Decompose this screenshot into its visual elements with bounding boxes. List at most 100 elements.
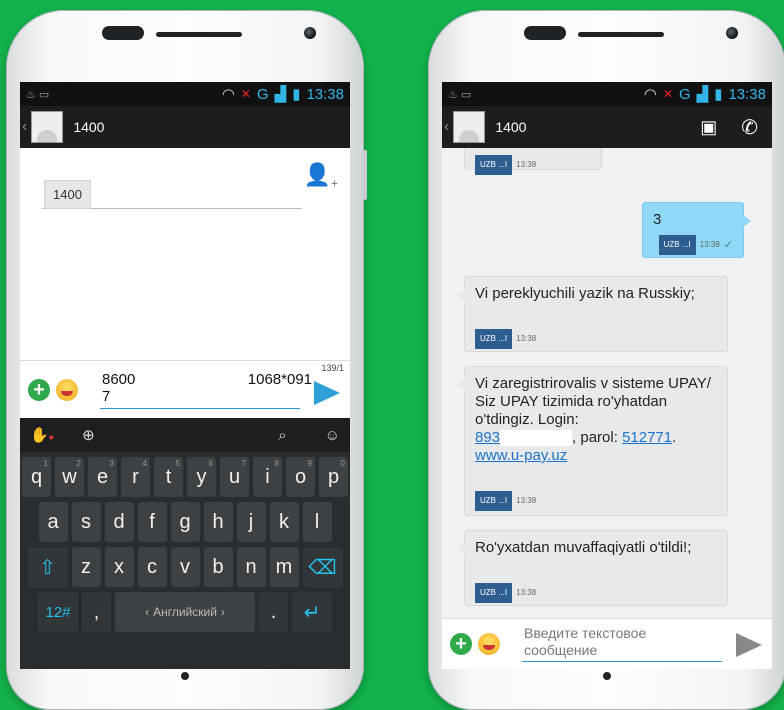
- message-input[interactable]: Введите текстовое сообщение: [524, 625, 646, 659]
- emoji-keyboard-icon[interactable]: ☺: [325, 427, 340, 444]
- status-bar: ♨ ▭ ◠ ✕ G ▟ ▮ 13:38: [20, 82, 350, 106]
- key-row-3: ⇧ z x c v b n m ⌫: [20, 547, 350, 587]
- operator-tag: UZB ...I: [475, 155, 513, 175]
- enter-key[interactable]: ↵: [292, 592, 332, 632]
- avatar[interactable]: [453, 111, 486, 143]
- period-key[interactable]: .: [259, 592, 288, 632]
- key-r[interactable]: r4: [121, 457, 150, 497]
- bubble-tail: [457, 543, 465, 555]
- power-button: [363, 150, 367, 200]
- key-q[interactable]: q1: [22, 457, 51, 497]
- key-x[interactable]: x: [104, 547, 134, 587]
- key-z[interactable]: z: [71, 547, 101, 587]
- message-bubble[interactable]: UZB ...I 13:38: [464, 148, 602, 175]
- operator-tag: UZB ...I: [658, 235, 696, 255]
- phone-icon[interactable]: ✆: [741, 115, 758, 140]
- key-o[interactable]: o9: [286, 457, 315, 497]
- notification-icons: ♨ ▭: [448, 88, 472, 101]
- shift-key[interactable]: ⇧: [27, 547, 68, 587]
- left-screen: ♨ ▭ ◠ ✕ G ▟ ▮ 13:38 ‹ 1400 1400 👤+ + 860…: [20, 82, 350, 669]
- key-alt-label: 6: [208, 459, 213, 468]
- key-f[interactable]: f: [137, 502, 167, 542]
- message-bubble[interactable]: Vi zaregistrirovalis v sisteme UPAY/ Siz…: [457, 366, 728, 516]
- avatar[interactable]: [31, 111, 64, 143]
- add-contact-icon[interactable]: 👤+: [304, 162, 338, 190]
- compose-bar: + 8600 1068*091 7 139/1: [20, 360, 350, 419]
- battery-icon: ▮: [714, 86, 723, 103]
- compose-bar: + Введите текстовое сообщение: [442, 618, 772, 669]
- recipient-field[interactable]: 1400: [42, 172, 302, 209]
- key-t[interactable]: t5: [154, 457, 183, 497]
- key-y[interactable]: y6: [187, 457, 216, 497]
- message-meta: UZB ...I 13:38: [475, 155, 591, 175]
- gesture-icon[interactable]: ✋●: [30, 426, 54, 444]
- message-meta: UZB ...I 13:38: [475, 329, 717, 349]
- key-j[interactable]: j: [236, 502, 266, 542]
- earpiece: [524, 26, 566, 40]
- globe-icon[interactable]: ⊕: [82, 426, 95, 444]
- emoji-icon[interactable]: [56, 379, 78, 401]
- emoji-icon[interactable]: [478, 633, 500, 655]
- key-b[interactable]: b: [203, 547, 233, 587]
- key-g[interactable]: g: [170, 502, 200, 542]
- message-text-c: .: [672, 429, 677, 446]
- comma-key[interactable]: ,: [82, 592, 111, 632]
- key-v[interactable]: v: [170, 547, 200, 587]
- attach-icon[interactable]: +: [450, 633, 472, 655]
- network-type: G: [256, 85, 269, 103]
- key-e[interactable]: e3: [88, 457, 117, 497]
- key-alt-label: 4: [142, 459, 147, 468]
- password-link[interactable]: 512771: [622, 429, 672, 446]
- message-bubble[interactable]: Vi pereklyuchili yazik na Russkiy; UZB .…: [457, 276, 728, 352]
- home-button[interactable]: [603, 672, 611, 680]
- key-alt-label: 8: [274, 459, 279, 468]
- battery-icon: ▮: [292, 86, 301, 103]
- key-w[interactable]: w2: [55, 457, 84, 497]
- sent-message-bubble[interactable]: 3 UZB ...I 13:38 ✓: [642, 202, 751, 258]
- keyboard: ✋● ⊕ ⌕ ☺ q1w2e3r4t5y6u7i8o9p0 asdfghjkl …: [20, 418, 350, 669]
- key-alt-label: 5: [175, 459, 180, 468]
- send-icon[interactable]: [314, 381, 340, 405]
- message-input[interactable]: 8600 1068*091 7: [102, 371, 312, 405]
- message-time: 13:38: [516, 588, 537, 597]
- network-type: G: [678, 85, 691, 103]
- back-icon[interactable]: ‹: [444, 118, 449, 136]
- key-m[interactable]: m: [269, 547, 299, 587]
- attach-icon[interactable]: +: [28, 379, 50, 401]
- conversation: UZB ...I 13:38 3 UZB ...I 13:38 ✓ Vi perekl…: [442, 148, 772, 618]
- key-d[interactable]: d: [104, 502, 134, 542]
- key-k[interactable]: k: [269, 502, 299, 542]
- website-link[interactable]: www.u-pay.uz: [475, 447, 567, 464]
- key-u[interactable]: u7: [220, 457, 249, 497]
- back-icon[interactable]: ‹: [22, 118, 27, 136]
- compose-text-a: 8600: [102, 371, 136, 388]
- key-c[interactable]: c: [137, 547, 167, 587]
- key-row-2: asdfghjkl: [20, 502, 350, 542]
- key-s[interactable]: s: [71, 502, 101, 542]
- operator-tag: UZB ...I: [475, 329, 513, 349]
- key-alt-label: 9: [307, 459, 312, 468]
- signal-icon: ▟: [274, 86, 287, 103]
- space-key[interactable]: ‹ Английский ›: [115, 592, 255, 632]
- key-l[interactable]: l: [302, 502, 332, 542]
- contact-card-icon[interactable]: ▣: [700, 117, 717, 138]
- earpiece: [102, 26, 144, 40]
- message-bubble[interactable]: Ro'yxatdan muvaffaqiyatli o'tildi!; UZB …: [457, 530, 728, 606]
- right-screen: ♨ ▭ ◠ ✕ G ▟ ▮ 13:38 ‹ 1400 ▣ ✆ UZB ...I 1…: [442, 82, 772, 669]
- key-h[interactable]: h: [203, 502, 233, 542]
- recipient-chip[interactable]: 1400: [44, 180, 91, 209]
- symbols-key[interactable]: 12#: [38, 592, 78, 632]
- message-text-a: Vi zaregistrirovalis v sisteme UPAY/ Siz…: [475, 375, 711, 428]
- key-n[interactable]: n: [236, 547, 266, 587]
- login-link[interactable]: 893: [475, 429, 500, 446]
- send-icon[interactable]: [736, 633, 762, 657]
- search-icon[interactable]: ⌕: [278, 427, 286, 444]
- key-a[interactable]: a: [38, 502, 68, 542]
- key-p[interactable]: p0: [319, 457, 348, 497]
- speaker-grille: [156, 32, 242, 37]
- message-text: 3: [653, 211, 662, 228]
- home-button[interactable]: [181, 672, 189, 680]
- key-i[interactable]: i8: [253, 457, 282, 497]
- no-signal-icon: ✕: [240, 87, 251, 101]
- backspace-key[interactable]: ⌫: [302, 547, 343, 587]
